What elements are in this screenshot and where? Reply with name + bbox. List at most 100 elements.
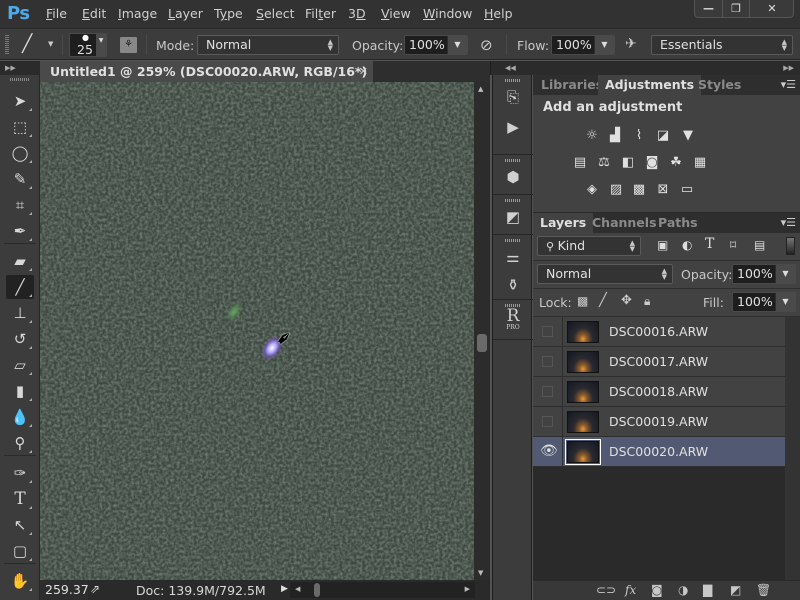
expand-panels-icon[interactable]: ▶▶ bbox=[783, 61, 794, 75]
selective-color-icon[interactable]: ⊠ bbox=[654, 181, 672, 197]
status-menu-arrow-icon[interactable]: ▶ bbox=[281, 584, 288, 594]
path-selection-tool[interactable]: ↖ bbox=[6, 513, 34, 537]
options-grip[interactable] bbox=[5, 35, 9, 55]
fx-icon[interactable]: fx bbox=[625, 583, 636, 597]
color-lookup-icon[interactable]: ▦ bbox=[691, 154, 709, 170]
pen-tool[interactable]: ✑ bbox=[6, 461, 34, 485]
new-adjustment-layer-icon[interactable]: ◑ bbox=[678, 583, 688, 597]
tool-preset-picker[interactable]: ╱ ▼ bbox=[20, 34, 58, 56]
rectangle-tool[interactable]: ▢ bbox=[6, 539, 34, 563]
layer-visibility-toggle[interactable] bbox=[533, 347, 563, 376]
clone-stamp-tool[interactable]: ⊥ bbox=[6, 301, 34, 325]
history-panel-icon[interactable]: ⎘ bbox=[501, 85, 525, 109]
move-tool[interactable]: ➤ bbox=[6, 89, 34, 113]
scroll-up-arrow-icon[interactable]: ▲ bbox=[478, 85, 483, 93]
tab-styles[interactable]: Styles bbox=[691, 75, 748, 95]
pressure-opacity-icon[interactable]: ⊘ bbox=[480, 36, 493, 54]
menu-type[interactable]: Type bbox=[214, 6, 243, 21]
properties-panel-icon[interactable]: ◩ bbox=[501, 205, 525, 229]
adjustment-layer-filter-icon[interactable]: ◐ bbox=[682, 238, 692, 252]
layer-row[interactable]: DSC00018.ARW bbox=[533, 377, 785, 407]
vertical-scrollbar[interactable]: ▲ ▼ bbox=[474, 82, 490, 580]
dodge-tool[interactable]: ⚲ bbox=[6, 431, 34, 455]
horizontal-scroll-thumb[interactable] bbox=[314, 583, 320, 597]
lock-position-icon[interactable]: ✥ bbox=[621, 293, 632, 308]
minimize-button[interactable]: — bbox=[695, 0, 723, 17]
color-balance-icon[interactable]: ⚖ bbox=[595, 154, 613, 170]
vertical-scroll-thumb[interactable] bbox=[477, 334, 487, 352]
fill-dropdown[interactable]: ▼ bbox=[775, 293, 795, 311]
vibrance-icon[interactable]: ▼ bbox=[679, 127, 697, 143]
posterize-icon[interactable]: ▨ bbox=[607, 181, 625, 197]
dock-grip[interactable] bbox=[505, 239, 521, 242]
dock-grip[interactable] bbox=[505, 79, 521, 82]
layer-row[interactable]: DSC00017.ARW bbox=[533, 347, 785, 377]
gradient-tool[interactable]: ▮ bbox=[6, 379, 34, 403]
layer-visibility-toggle[interactable] bbox=[533, 407, 563, 436]
3d-panel-icon[interactable]: ⬢ bbox=[501, 165, 525, 189]
scroll-right-arrow-icon[interactable]: ▶ bbox=[465, 585, 470, 593]
layer-row[interactable]: DSC00016.ARW bbox=[533, 317, 785, 347]
new-layer-icon[interactable]: ◩ bbox=[730, 583, 741, 597]
history-brush-tool[interactable]: ↺ bbox=[6, 327, 34, 351]
pixel-layer-filter-icon[interactable]: ▣ bbox=[657, 238, 668, 252]
tool-presets-icon[interactable]: ⚱ bbox=[501, 273, 525, 297]
layer-row[interactable]: DSC00019.ARW bbox=[533, 407, 785, 437]
restore-button[interactable]: ❐ bbox=[723, 0, 750, 17]
menu-layer[interactable]: Layer bbox=[168, 6, 203, 21]
smart-object-filter-icon[interactable]: ▤ bbox=[754, 238, 765, 252]
lock-all-icon[interactable]: 🔒︎ bbox=[644, 294, 650, 309]
filter-toggle-switch[interactable] bbox=[786, 237, 795, 255]
healing-brush-tool[interactable]: ▰ bbox=[6, 249, 34, 273]
brightness-contrast-icon[interactable]: ☼ bbox=[583, 127, 601, 143]
actions-panel-icon[interactable]: ▶ bbox=[501, 115, 525, 139]
layer-visibility-toggle[interactable]: 👁︎ bbox=[533, 437, 563, 466]
curves-icon[interactable]: ⌇ bbox=[630, 127, 648, 143]
photo-filter-icon[interactable]: ◙ bbox=[643, 154, 661, 170]
toolbar-collapse-button[interactable]: ▶▶ bbox=[0, 61, 40, 75]
document-tab[interactable]: Untitled1 @ 259% (DSC00020.ARW, RGB/16*)… bbox=[40, 61, 373, 100]
panel-menu-icon[interactable]: ▾☰ bbox=[781, 78, 796, 91]
brush-panel-toggle-icon[interactable]: ⚘ bbox=[120, 37, 137, 53]
delete-layer-icon[interactable]: 🗑︎ bbox=[756, 583, 771, 597]
lock-transparent-icon[interactable]: ▩ bbox=[577, 294, 588, 308]
exposure-icon[interactable]: ◪ bbox=[654, 127, 672, 143]
blend-mode-select[interactable]: Normal ▲ ▼ bbox=[537, 264, 673, 284]
crop-tool[interactable]: ⌗ bbox=[6, 193, 34, 217]
menu-edit[interactable]: Edit bbox=[82, 6, 106, 21]
gradient-map-icon[interactable]: ▭ bbox=[678, 181, 696, 197]
zoom-level-field[interactable]: 259.37% bbox=[40, 580, 88, 600]
channel-mixer-icon[interactable]: ☘ bbox=[667, 154, 685, 170]
close-tab-icon[interactable]: ✕ bbox=[359, 61, 368, 82]
workspace-select[interactable]: Essentials ▲ ▼ bbox=[651, 35, 793, 55]
new-group-icon[interactable]: ▇ bbox=[703, 583, 712, 597]
opacity-field[interactable]: 100% ▼ bbox=[404, 35, 468, 55]
layer-visibility-toggle[interactable] bbox=[533, 377, 563, 406]
layer-visibility-toggle[interactable] bbox=[533, 317, 563, 346]
shape-layer-filter-icon[interactable]: ⌑ bbox=[730, 238, 736, 252]
hand-tool[interactable]: ✋ bbox=[6, 569, 34, 593]
toolbar-grip[interactable] bbox=[10, 78, 30, 81]
panel-menu-icon[interactable]: ▾☰ bbox=[781, 216, 796, 229]
tab-adjustments[interactable]: Adjustments bbox=[598, 75, 702, 95]
layer-row[interactable]: 👁︎ DSC00020.ARW bbox=[533, 437, 785, 467]
flow-field[interactable]: 100% ▼ bbox=[551, 35, 615, 55]
mode-select[interactable]: Normal ▲ ▼ bbox=[197, 35, 339, 55]
dock-grip[interactable] bbox=[505, 159, 521, 162]
link-layers-icon[interactable]: ⊂⊃ bbox=[596, 583, 616, 597]
menu-view[interactable]: View bbox=[381, 6, 411, 21]
blur-tool[interactable]: 💧 bbox=[6, 405, 34, 429]
black-white-icon[interactable]: ◧ bbox=[619, 154, 637, 170]
tab-paths[interactable]: Paths bbox=[651, 213, 705, 233]
collapse-dock-icon[interactable]: ◀◀ bbox=[505, 61, 516, 75]
hue-saturation-icon[interactable]: ▤ bbox=[571, 154, 589, 170]
menu-filter[interactable]: Filter bbox=[305, 6, 336, 21]
marquee-tool[interactable]: ⬚ bbox=[6, 115, 34, 139]
image-canvas[interactable]: ✒ bbox=[40, 82, 474, 580]
brush-size-picker[interactable]: ● 25 ▼ bbox=[69, 33, 107, 57]
eraser-tool[interactable]: ▱ bbox=[6, 353, 34, 377]
scroll-left-arrow-icon[interactable]: ◀ bbox=[295, 585, 300, 593]
scroll-down-arrow-icon[interactable]: ▼ bbox=[478, 569, 483, 577]
invert-icon[interactable]: ◈ bbox=[583, 181, 601, 197]
fill-field[interactable]: 100% ▼ bbox=[732, 292, 796, 312]
